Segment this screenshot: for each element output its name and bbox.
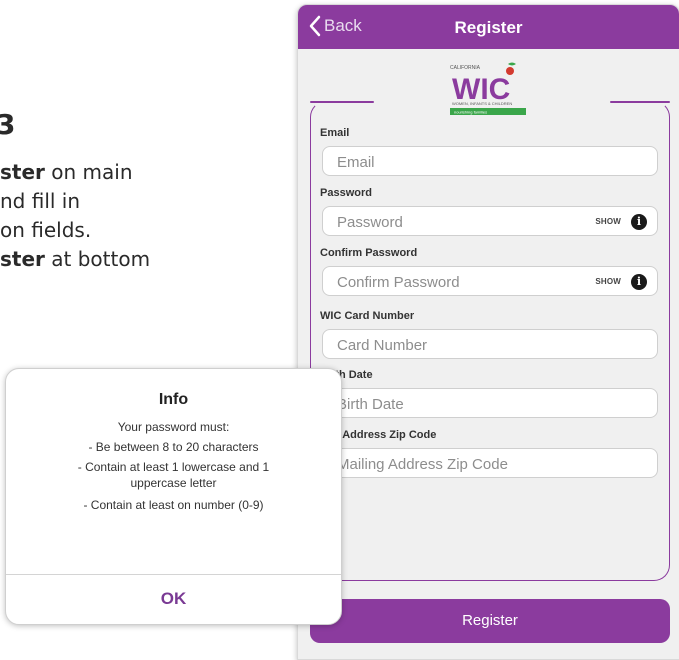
password-label: Password [320,187,372,199]
info-icon[interactable]: i [631,274,647,290]
birth-date-placeholder: Birth Date [337,396,404,413]
zip-code-placeholder: Mailing Address Zip Code [337,456,508,473]
alert-title: Info [158,391,189,408]
show-confirm-password-toggle[interactable]: SHOW [595,277,621,286]
show-password-toggle[interactable]: SHOW [595,217,621,226]
alert-line: Your password must: [117,420,230,434]
instruction-bold: ster [0,160,45,184]
alert-line: - Contain at least 1 lowercase and 1 [77,460,270,474]
instruction-line: ster at bottom [0,247,150,271]
confirm-password-placeholder: Confirm Password [337,274,460,291]
step-number: 3 [0,108,16,141]
alert-line: uppercase letter [130,476,217,490]
info-alert-dialog: Info Your password must: - Be between 8 … [5,368,342,625]
zip-code-field[interactable]: Mailing Address Zip Code [322,448,658,478]
logo-top-text: CALIFORNIA [450,65,481,71]
instruction-text: nd fill in [0,189,81,213]
instruction-line: on fields. [0,218,91,242]
card-number-placeholder: Card Number [337,337,428,354]
instruction-line: ster on main [0,160,133,184]
nav-bar: Back Register [298,5,679,49]
ok-button[interactable]: OK [6,575,341,624]
alert-line: - Contain at least on number (0-9) [83,498,264,512]
frame-line [610,101,670,103]
instruction-line: nd fill in [0,189,80,213]
phone-screen: Back Register CALIFORNIA WIC WOMEN, INFA… [297,4,679,660]
instruction-text: at bottom [44,247,151,271]
instruction-bold: ster [0,247,45,271]
password-placeholder: Password [337,214,403,231]
password-field[interactable]: Password SHOW i [322,206,658,236]
frame-line [310,101,374,103]
alert-line: - Be between 8 to 20 characters [88,440,259,454]
card-number-field[interactable]: Card Number [322,329,658,359]
page-title: Register [454,18,523,37]
confirm-password-label: Confirm Password [320,247,418,259]
email-label: Email [320,127,350,139]
birth-date-field[interactable]: Birth Date [322,388,658,418]
info-icon[interactable]: i [631,214,647,230]
instruction-text: on fields. [0,218,92,242]
register-button[interactable]: Register [310,599,670,643]
email-field[interactable]: Email [322,146,658,176]
card-number-label: WIC Card Number [320,310,415,322]
email-placeholder: Email [337,154,375,171]
instruction-text: on main [44,160,133,184]
alert-message: Your password must: - Be between 8 to 20… [6,417,341,515]
confirm-password-field[interactable]: Confirm Password SHOW i [322,266,658,296]
